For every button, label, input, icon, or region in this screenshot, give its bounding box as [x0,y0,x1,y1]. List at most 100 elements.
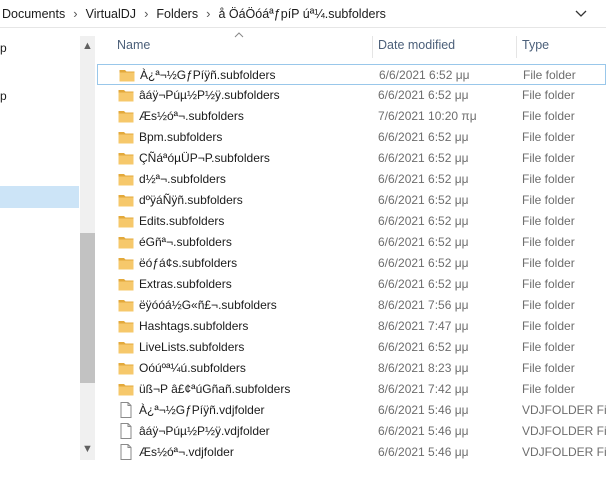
folder-row[interactable]: d½ª¬.subfolders 6/6/2021 6:52 μμ File fold… [97,169,606,190]
breadcrumb-virtualdj[interactable]: VirtualDJ [84,7,138,21]
column-header-name[interactable]: Name [117,38,150,56]
date-modified: 6/6/2021 6:52 μμ [378,151,469,165]
folder-row[interactable]: Æs½óª¬.subfolders 7/6/2021 10:20 πμ File f… [97,106,606,127]
file-type: File folder [522,193,575,207]
chevron-right-icon[interactable]: › [138,6,154,21]
column-header-type[interactable]: Type [522,38,549,56]
folder-row[interactable]: Extras.subfolders 6/6/2021 6:52 μμ File fo… [97,274,606,295]
nav-scrollbar-thumb[interactable] [80,233,95,383]
column-divider[interactable] [372,36,373,58]
date-modified: 6/6/2021 6:52 μμ [378,277,469,291]
file-type: File folder [522,172,575,186]
file-name: Oóúºª¼ú.subfolders [139,361,246,375]
file-icon [118,402,134,418]
breadcrumb-folders[interactable]: Folders [154,7,200,21]
date-modified: 6/6/2021 6:52 μμ [378,214,469,228]
file-type: VDJFOLDER File [522,403,606,417]
file-list: Name Date modified Type À¿ª¬½GƒPíÿñ.subf… [97,28,606,460]
folder-icon [118,382,134,396]
folder-row[interactable]: Bpm.subfolders 6/6/2021 6:52 μμ File folde… [97,127,606,148]
column-headers: Name Date modified Type [97,28,606,64]
folder-row[interactable]: üß¬P â£¢ªúGñañ.subfolders 8/6/2021 7:42 μ… [97,379,606,400]
folder-row[interactable]: À¿ª¬½GƒPíÿñ.subfolders 6/6/2021 6:52 μμ Fi… [97,64,606,85]
folder-row[interactable]: ëÿóóá½G«ñ£¬.subfolders 8/6/2021 7:56 μμ Fi… [97,295,606,316]
folder-icon [118,214,134,228]
file-type: File folder [522,298,575,312]
file-name: À¿ª¬½GƒPíÿñ.subfolders [140,68,276,82]
file-type: File folder [522,319,575,333]
folder-row[interactable]: éGñª¬.subfolders 6/6/2021 6:52 μμ File fol… [97,232,606,253]
folder-row[interactable]: dºÿáÑÿñ.subfolders 6/6/2021 6:52 μμ File f… [97,190,606,211]
file-name: À¿ª¬½GƒPíÿñ.vdjfolder [139,403,265,417]
folder-row[interactable]: LiveLists.subfolders 6/6/2021 6:52 μμ File… [97,337,606,358]
file-type: File folder [522,256,575,270]
folder-icon [118,151,134,165]
file-type: File folder [522,277,575,291]
date-modified: 6/6/2021 6:52 μμ [378,88,469,102]
folder-icon [119,68,135,82]
date-modified: 6/6/2021 6:52 μμ [378,130,469,144]
folder-icon [118,130,134,144]
date-modified: 6/6/2021 5:46 μμ [378,424,469,438]
file-name: Hashtags.subfolders [139,319,249,333]
status-area [0,460,606,479]
address-dropdown-button[interactable] [568,0,594,27]
nav-item-fragment[interactable]: p [0,89,7,103]
file-row[interactable]: À¿ª¬½GƒPíÿñ.vdjfolder 6/6/2021 5:46 μμ VDJ… [97,400,606,421]
date-modified: 7/6/2021 10:20 πμ [378,109,477,123]
chevron-right-icon[interactable]: › [67,6,83,21]
file-rows: À¿ª¬½GƒPíÿñ.subfolders 6/6/2021 6:52 μμ Fi… [97,64,606,460]
file-name: üß¬P â£¢ªúGñañ.subfolders [139,382,291,396]
folder-icon [118,298,134,312]
date-modified: 6/6/2021 6:52 μμ [378,256,469,270]
folder-icon [118,361,134,375]
nav-item-fragment[interactable]: p [0,41,7,55]
column-header-date-modified[interactable]: Date modified [378,38,455,56]
file-type: File folder [522,340,575,354]
folder-icon [118,340,134,354]
date-modified: 8/6/2021 7:56 μμ [378,298,469,312]
breadcrumb-current-folder[interactable]: å ÖáÖóáªƒpíP úª¼.subfolders [216,7,387,21]
file-type: VDJFOLDER File [522,424,606,438]
folder-row[interactable]: ëóƒá¢s.subfolders 6/6/2021 6:52 μμ File fo… [97,253,606,274]
file-row[interactable]: âáÿ¬Púµ½P½ÿ.vdjfolder 6/6/2021 5:46 μμ VDJ… [97,421,606,442]
chevron-right-icon[interactable]: › [200,6,216,21]
file-name: d½ª¬.subfolders [139,172,226,186]
folder-row[interactable]: ÇÑáªóµÜP¬P.subfolders 6/6/2021 6:52 μμ Fil… [97,148,606,169]
folder-icon [118,109,134,123]
file-type: File folder [522,130,575,144]
file-name: âáÿ¬Púµ½P½ÿ.subfolders [139,88,280,102]
file-name: ÇÑáªóµÜP¬P.subfolders [139,151,270,165]
folder-row[interactable]: âáÿ¬Púµ½P½ÿ.subfolders 6/6/2021 6:52 μμ Fi… [97,85,606,106]
address-bar[interactable]: Documents › VirtualDJ › Folders › å ÖáÖó… [0,0,606,28]
column-divider[interactable] [516,36,517,58]
file-type: VDJFOLDER File [522,445,606,459]
file-icon [118,423,134,439]
file-type: File folder [522,88,575,102]
file-name: Edits.subfolders [139,214,225,228]
sort-ascending-icon [234,30,244,41]
file-name: âáÿ¬Púµ½P½ÿ.vdjfolder [139,424,270,438]
breadcrumb-documents[interactable]: Documents [0,7,67,21]
folder-icon [118,256,134,270]
folder-row[interactable]: Edits.subfolders 6/6/2021 6:52 μμ File fol… [97,211,606,232]
folder-row[interactable]: Oóúºª¼ú.subfolders 8/6/2021 8:23 μμ File f… [97,358,606,379]
file-type: File folder [522,361,575,375]
date-modified: 6/6/2021 6:52 μμ [378,193,469,207]
file-name: LiveLists.subfolders [139,340,245,354]
file-type: File folder [522,382,575,396]
scroll-up-icon[interactable]: ▲ [80,38,95,53]
folder-icon [118,88,134,102]
scroll-down-icon[interactable]: ▼ [80,441,95,456]
file-row[interactable]: Æs½óª¬.vdjfolder 6/6/2021 5:46 μμ VDJFOLDE… [97,442,606,460]
folder-icon [118,172,134,186]
date-modified: 6/6/2021 6:52 μμ [378,172,469,186]
file-type: File folder [522,214,575,228]
folder-icon [118,277,134,291]
folder-row[interactable]: Hashtags.subfolders 8/6/2021 7:47 μμ File … [97,316,606,337]
date-modified: 6/6/2021 5:46 μμ [378,445,469,459]
file-name: Æs½óª¬.vdjfolder [139,445,234,459]
nav-item-selected[interactable] [0,186,79,208]
chevron-down-icon [575,10,587,17]
file-name: ëóƒá¢s.subfolders [139,256,238,270]
